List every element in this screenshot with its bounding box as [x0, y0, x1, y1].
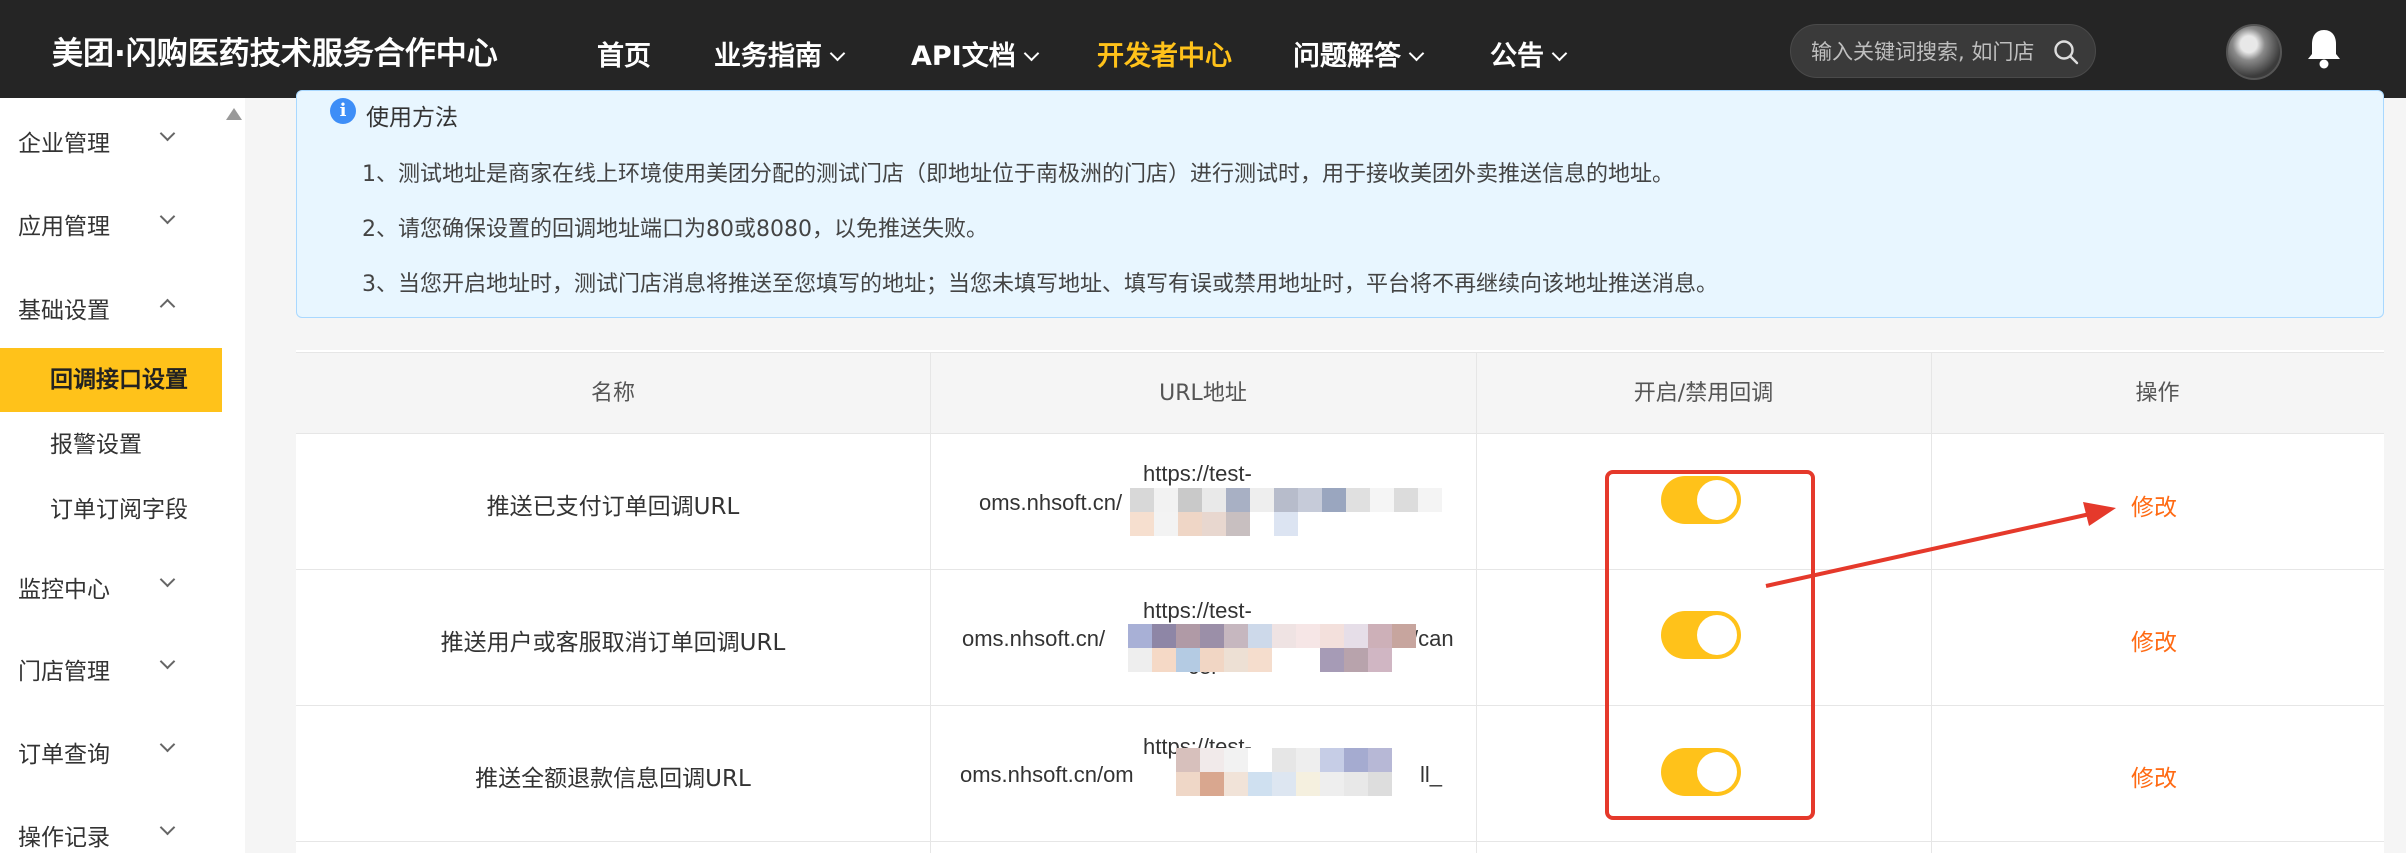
info-title: 使用方法	[366, 105, 458, 131]
row-3-url-tail: ll_	[1420, 762, 1443, 787]
row-divider	[296, 841, 2384, 842]
sidebar-item-label: 企业管理	[18, 131, 110, 157]
nav-business-guide-label: 业务指南	[714, 41, 822, 72]
nav-developer-center-label: 开发者中心	[1097, 41, 1232, 72]
search-input[interactable]	[1811, 37, 2051, 67]
nav-faq[interactable]: 问题解答	[1293, 34, 1425, 73]
column-divider	[1476, 352, 1477, 853]
nav-home[interactable]: 首页	[597, 34, 651, 73]
row-3-name: 推送全额退款信息回调URL	[475, 766, 751, 792]
sidebar-subitem-label: 订单订阅字段	[50, 497, 188, 523]
sidebar-subitem-label: 回调接口设置	[50, 367, 188, 393]
avatar[interactable]	[2226, 24, 2282, 80]
column-header-url: URL地址	[1159, 381, 1247, 406]
nav-announcements-label: 公告	[1490, 41, 1544, 72]
column-divider	[1931, 352, 1932, 853]
info-line-3: 3、当您开启地址时，测试门店消息将推送至您填写的地址；当您未填写地址、填写有误或…	[362, 272, 1719, 297]
row-2-name: 推送用户或客服取消订单回调URL	[440, 630, 786, 656]
chevron-down-icon	[159, 736, 176, 753]
chevron-up-icon	[159, 298, 176, 315]
sidebar-item-label: 门店管理	[18, 659, 110, 685]
row-1-url-mid: oms.nhsoft.cn/	[979, 490, 1123, 515]
row-3-edit-link[interactable]: 修改	[2131, 759, 2177, 793]
info-line-2: 2、请您确保设置的回调地址端口为80或8080，以免推送失败。	[362, 217, 988, 242]
row-3-url-mid: oms.nhsoft.cn/om	[960, 762, 1134, 787]
sidebar-item-monitoring-center[interactable]: 监控中心	[18, 570, 218, 604]
sidebar-item-label: 基础设置	[18, 298, 110, 324]
table-header: 名称 URL地址 开启/禁用回调 操作	[296, 352, 2384, 434]
search-box	[1790, 24, 2096, 78]
column-header-name: 名称	[590, 381, 635, 406]
chevron-down-icon	[159, 208, 176, 225]
scroll-up-arrow-icon[interactable]	[226, 108, 242, 120]
row-divider	[296, 569, 2384, 570]
sidebar-item-store-management[interactable]: 门店管理	[18, 652, 218, 686]
top-navigation-bar: 美团·闪购医药技术服务合作中心 首页 业务指南 API文档 开发者中心 问题解答…	[0, 0, 2406, 98]
row-1-edit-link[interactable]: 修改	[2131, 488, 2177, 522]
info-icon: i	[330, 98, 356, 124]
nav-home-label: 首页	[597, 41, 651, 72]
chevron-down-icon	[159, 653, 176, 670]
search-icon[interactable]	[2053, 39, 2079, 65]
url-redaction-mosaic	[1176, 748, 1416, 796]
chevron-down-icon	[159, 125, 176, 142]
nav-developer-center[interactable]: 开发者中心	[1097, 34, 1232, 73]
sidebar-subitem-order-subscription-fields[interactable]: 订单订阅字段	[0, 478, 222, 542]
nav-api-docs[interactable]: API文档	[911, 34, 1040, 73]
row-2-url-top: https://test-	[1143, 598, 1252, 623]
column-divider	[930, 352, 931, 853]
info-line-1: 1、测试地址是商家在线上环境使用美团分配的测试门店（即地址位于南极洲的门店）进行…	[362, 162, 1675, 187]
sidebar-item-label: 订单查询	[18, 742, 110, 768]
nav-business-guide[interactable]: 业务指南	[714, 34, 846, 73]
sidebar-item-app-management[interactable]: 应用管理	[18, 207, 218, 241]
sidebar-item-label: 应用管理	[18, 214, 110, 240]
chevron-down-icon	[1551, 45, 1568, 62]
chevron-down-icon	[1023, 45, 1040, 62]
column-header-toggle: 开启/禁用回调	[1633, 381, 1774, 406]
sidebar-item-label: 监控中心	[18, 577, 110, 603]
column-header-action: 操作	[2135, 381, 2180, 406]
sidebar-subitem-callback-settings[interactable]: 回调接口设置	[0, 348, 222, 412]
chevron-down-icon	[829, 45, 846, 62]
sidebar-item-order-query[interactable]: 订单查询	[18, 735, 218, 769]
sidebar-item-enterprise-management[interactable]: 企业管理	[18, 124, 218, 158]
row-1-url-top: https://test-	[1143, 461, 1252, 486]
nav-announcements[interactable]: 公告	[1490, 34, 1568, 73]
chevron-down-icon	[159, 819, 176, 836]
sidebar-subitem-alert-settings[interactable]: 报警设置	[0, 413, 222, 477]
sidebar-item-basic-settings[interactable]: 基础设置	[18, 291, 218, 325]
sidebar-subitem-label: 报警设置	[50, 432, 142, 458]
row-1-name: 推送已支付订单回调URL	[486, 494, 740, 520]
url-redaction-mosaic	[1128, 624, 1416, 672]
nav-api-docs-label: API文档	[911, 41, 1016, 72]
row-2-edit-link[interactable]: 修改	[2131, 623, 2177, 657]
sidebar-item-operation-log[interactable]: 操作记录	[18, 818, 218, 852]
url-redaction-mosaic	[1130, 488, 1442, 536]
sidebar-item-label: 操作记录	[18, 825, 110, 851]
chevron-down-icon	[159, 571, 176, 588]
nav-faq-label: 问题解答	[1293, 41, 1401, 72]
row-2-url-tail: /can	[1412, 626, 1454, 651]
brand-title[interactable]: 美团·闪购医药技术服务合作中心	[52, 28, 498, 73]
bell-icon[interactable]	[2304, 26, 2344, 70]
row-2-url-mid: oms.nhsoft.cn/	[962, 626, 1106, 651]
annotation-highlight-box	[1605, 470, 1815, 820]
row-divider	[296, 705, 2384, 706]
chevron-down-icon	[1408, 45, 1425, 62]
